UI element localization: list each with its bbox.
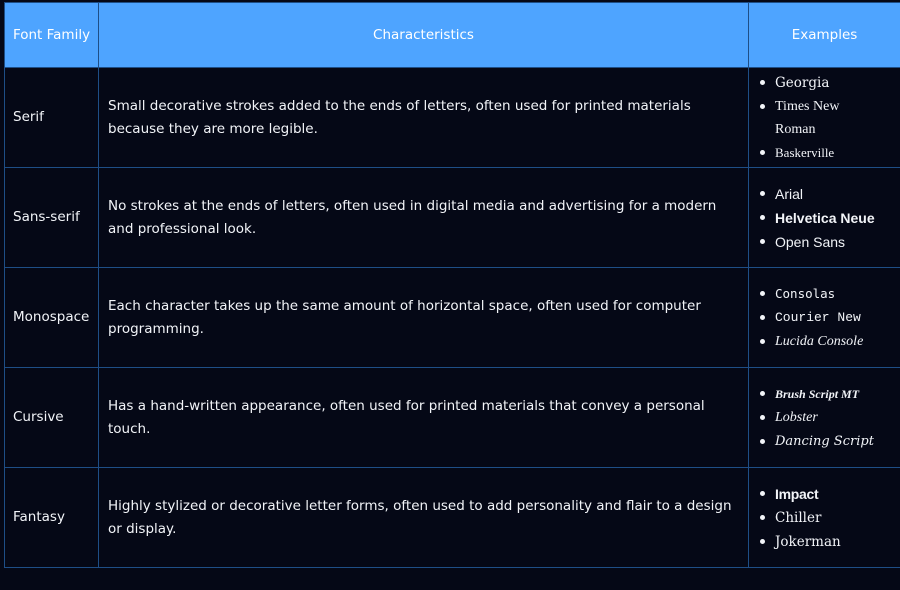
family-cell: Fantasy xyxy=(4,467,99,568)
examples-cell: Brush Script MT Lobster Dancing Script xyxy=(748,367,900,468)
font-family-table: Font Family Characteristics Examples Ser… xyxy=(4,2,900,568)
examples-cell: Impact Chiller Jokerman xyxy=(748,467,900,568)
example-item: Impact xyxy=(760,482,900,506)
example-item: Open Sans xyxy=(760,230,900,254)
example-item: Lucida Console xyxy=(760,330,900,354)
examples-list: Georgia Times New Roman Baskerville xyxy=(749,71,900,165)
table-row-monospace: Monospace Each character takes up the sa… xyxy=(4,267,900,368)
font-family-table-container: Font Family Characteristics Examples Ser… xyxy=(0,0,900,590)
examples-list: Consolas Courier New Lucida Console xyxy=(749,282,900,354)
family-cell: Serif xyxy=(4,67,99,168)
example-item: Times New Roman xyxy=(760,95,900,141)
examples-list: Arial Helvetica Neue Open Sans xyxy=(749,182,900,254)
example-item: Lobster xyxy=(760,406,900,430)
table-header-row: Font Family Characteristics Examples xyxy=(4,2,900,68)
table-row-serif: Serif Small decorative strokes added to … xyxy=(4,67,900,168)
description-cell: No strokes at the ends of letters, often… xyxy=(98,167,749,268)
description-cell: Highly stylized or decorative letter for… xyxy=(98,467,749,568)
table-row-fantasy: Fantasy Highly stylized or decorative le… xyxy=(4,467,900,568)
family-cell: Monospace xyxy=(4,267,99,368)
examples-list: Brush Script MT Lobster Dancing Script xyxy=(749,382,900,454)
description-cell: Each character takes up the same amount … xyxy=(98,267,749,368)
table-row-cursive: Cursive Has a hand-written appearance, o… xyxy=(4,367,900,468)
examples-cell: Georgia Times New Roman Baskerville xyxy=(748,67,900,168)
examples-list: Impact Chiller Jokerman xyxy=(749,482,900,554)
table-row-sans-serif: Sans-serif No strokes at the ends of let… xyxy=(4,167,900,268)
examples-cell: Consolas Courier New Lucida Console xyxy=(748,267,900,368)
description-cell: Small decorative strokes added to the en… xyxy=(98,67,749,168)
header-characteristics: Characteristics xyxy=(98,2,749,68)
family-cell: Sans-serif xyxy=(4,167,99,268)
example-item: Baskerville xyxy=(760,141,900,165)
example-item: Jokerman xyxy=(760,530,900,554)
example-item: Courier New xyxy=(760,306,900,330)
example-item: Georgia xyxy=(760,71,900,95)
example-item: Chiller xyxy=(760,506,900,530)
example-item: Helvetica Neue xyxy=(760,206,900,230)
description-cell: Has a hand-written appearance, often use… xyxy=(98,367,749,468)
example-item: Consolas xyxy=(760,282,900,306)
examples-cell: Arial Helvetica Neue Open Sans xyxy=(748,167,900,268)
header-examples: Examples xyxy=(748,2,900,68)
family-cell: Cursive xyxy=(4,367,99,468)
example-item: Arial xyxy=(760,182,900,206)
example-item: Dancing Script xyxy=(760,430,900,454)
example-item: Brush Script MT xyxy=(760,382,900,406)
header-font-family: Font Family xyxy=(4,2,99,68)
